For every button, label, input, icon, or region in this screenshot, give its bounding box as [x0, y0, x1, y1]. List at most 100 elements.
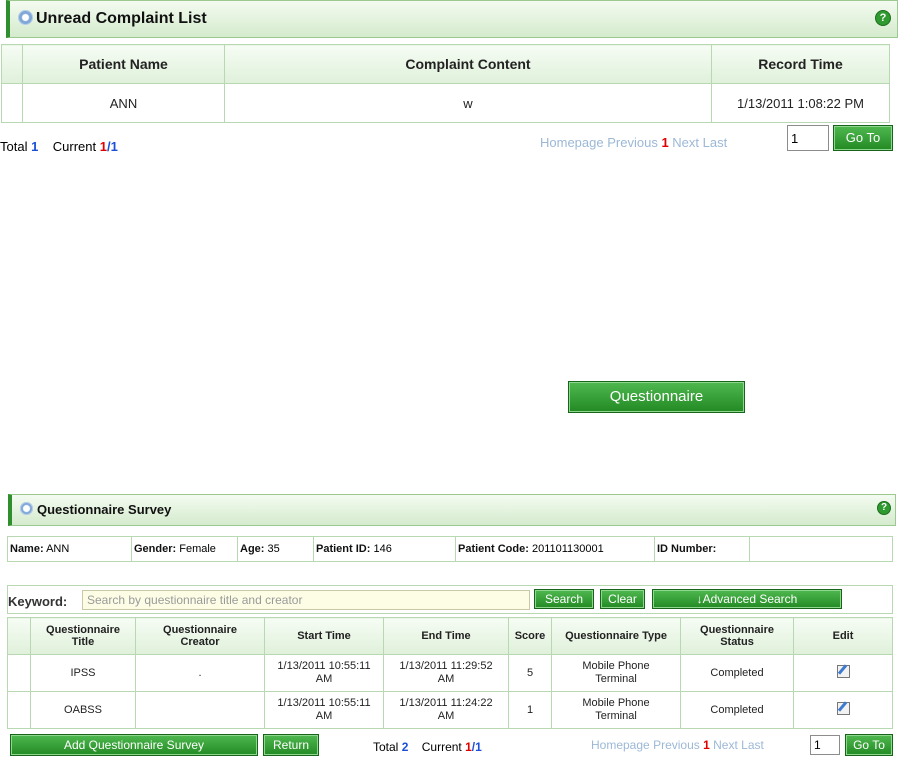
patient-code-value: 201101130001 — [531, 543, 604, 555]
previous-link[interactable]: Previous — [653, 738, 700, 752]
column-header-start-time[interactable]: Start Time — [264, 617, 384, 655]
questionnaire-button[interactable]: Questionnaire — [568, 381, 745, 413]
next-link[interactable]: Next — [713, 738, 738, 752]
age-label: Age: — [240, 543, 265, 555]
panel-title: Questionnaire Survey — [37, 502, 172, 517]
search-bar: Keyword: Search Clear ↓Advanced Search — [7, 585, 893, 614]
pager-summary: Total 2 Current 1/1 — [373, 740, 482, 754]
header-line: Questionnaire — [46, 624, 120, 636]
table-row[interactable]: IPSS . 1/13/2011 10:55:11 AM 1/13/2011 1… — [7, 654, 893, 692]
complaint-panel: Unread Complaint List ? Patient Name Com… — [0, 0, 903, 160]
keyword-search-input[interactable] — [82, 590, 530, 610]
type-line: Terminal — [595, 673, 637, 685]
id-number-field: ID Number: — [654, 536, 750, 562]
type-line: Terminal — [595, 710, 637, 722]
row-marker — [7, 654, 31, 692]
end-time-cell: 1/13/2011 11:24:22 AM — [383, 691, 509, 729]
header-line: Status — [720, 636, 754, 648]
end-time-cell: 1/13/2011 11:29:52 AM — [383, 654, 509, 692]
header-line: Title — [71, 636, 95, 648]
clear-button[interactable]: Clear — [600, 589, 645, 609]
page-count: /1 — [107, 139, 118, 154]
goto-button[interactable]: Go To — [833, 125, 893, 151]
advanced-search-button[interactable]: ↓Advanced Search — [652, 589, 842, 609]
goto-page-input[interactable] — [810, 735, 840, 755]
total-label: Total — [373, 740, 399, 754]
homepage-link[interactable]: Homepage — [591, 738, 650, 752]
page-link[interactable]: 1 — [703, 738, 710, 752]
complaint-content-cell: w — [224, 83, 712, 123]
next-link[interactable]: Next — [672, 135, 699, 150]
patient-id-field: Patient ID: 146 — [313, 536, 456, 562]
end-time-line: 1/13/2011 11:24:22 — [399, 697, 493, 709]
gender-field: Gender: Female — [131, 536, 238, 562]
column-header-questionnaire-type[interactable]: Questionnaire Type — [551, 617, 681, 655]
column-header-questionnaire-status[interactable]: Questionnaire Status — [680, 617, 794, 655]
total-count: 1 — [31, 139, 39, 154]
panel-title: Unread Complaint List — [36, 10, 207, 27]
patient-name-cell: ANN — [22, 83, 225, 123]
header-line: Creator — [180, 636, 220, 648]
status-cell: Completed — [680, 691, 794, 729]
status-cell: Completed — [680, 654, 794, 692]
add-questionnaire-survey-button[interactable]: Add Questionnaire Survey — [10, 734, 258, 756]
score-cell: 1 — [508, 691, 552, 729]
current-label: Current — [52, 139, 97, 154]
keyword-label: Keyword: — [8, 594, 68, 609]
column-header-score[interactable]: Score — [508, 617, 552, 655]
pager-summary: Total 1 Current 1/1 — [0, 139, 118, 154]
last-link[interactable]: Last — [703, 135, 728, 150]
patient-id-label: Patient ID: — [316, 543, 371, 555]
patient-code-field: Patient Code: 201101130001 — [455, 536, 655, 562]
total-label: Total — [0, 139, 28, 154]
return-button[interactable]: Return — [263, 734, 319, 756]
table-header-row: Patient Name Complaint Content Record Ti… — [1, 44, 890, 84]
complaint-panel-header: Unread Complaint List ? — [6, 0, 898, 38]
patient-info-table: Name: ANN Gender: Female Age: 35 Patient… — [7, 536, 893, 562]
creator-cell: . — [135, 654, 265, 692]
name-field: Name: ANN — [7, 536, 132, 562]
help-icon[interactable]: ? — [875, 10, 891, 26]
column-header-edit: Edit — [793, 617, 893, 655]
title-cell: OABSS — [30, 691, 136, 729]
column-header-end-time[interactable]: End Time — [383, 617, 509, 655]
gender-label: Gender: — [134, 543, 177, 555]
patient-id-value: 146 — [373, 543, 392, 555]
current-page: 1 — [99, 139, 107, 154]
pager-links: Homepage Previous 1 Next Last — [591, 738, 764, 752]
end-time-line: AM — [437, 710, 455, 722]
edit-cell — [793, 654, 893, 692]
creator-cell — [135, 691, 265, 729]
previous-link[interactable]: Previous — [607, 135, 658, 150]
start-time-line: AM — [315, 673, 333, 685]
row-marker — [1, 83, 23, 123]
header-line: Questionnaire — [700, 624, 774, 636]
survey-panel-header: Questionnaire Survey ? — [8, 494, 896, 526]
edit-icon[interactable] — [836, 701, 850, 715]
goto-button[interactable]: Go To — [845, 734, 893, 756]
column-header-record-time[interactable]: Record Time — [711, 44, 890, 84]
table-row[interactable]: ANN w 1/13/2011 1:08:22 PM — [1, 83, 890, 123]
type-cell: Mobile Phone Terminal — [551, 691, 681, 729]
page-link[interactable]: 1 — [661, 135, 668, 150]
total-count: 2 — [401, 740, 409, 754]
column-header-patient-name[interactable]: Patient Name — [22, 44, 225, 84]
homepage-link[interactable]: Homepage — [540, 135, 604, 150]
title-cell: IPSS — [30, 654, 136, 692]
search-button[interactable]: Search — [534, 589, 594, 609]
header-line: Questionnaire — [163, 624, 237, 636]
row-marker-header — [7, 617, 31, 655]
last-link[interactable]: Last — [741, 738, 764, 752]
help-icon[interactable]: ? — [877, 501, 891, 515]
start-time-line: AM — [315, 710, 333, 722]
table-row[interactable]: OABSS 1/13/2011 10:55:11 AM 1/13/2011 11… — [7, 691, 893, 729]
column-header-questionnaire-title[interactable]: Questionnaire Title — [30, 617, 136, 655]
type-cell: Mobile Phone Terminal — [551, 654, 681, 692]
edit-icon[interactable] — [836, 664, 850, 678]
patient-info-row: Name: ANN Gender: Female Age: 35 Patient… — [7, 536, 893, 562]
complaint-table: Patient Name Complaint Content Record Ti… — [1, 44, 890, 123]
column-header-complaint-content[interactable]: Complaint Content — [224, 44, 712, 84]
start-time-cell: 1/13/2011 10:55:11 AM — [264, 691, 384, 729]
goto-page-input[interactable] — [787, 125, 829, 151]
column-header-questionnaire-creator[interactable]: Questionnaire Creator — [135, 617, 265, 655]
